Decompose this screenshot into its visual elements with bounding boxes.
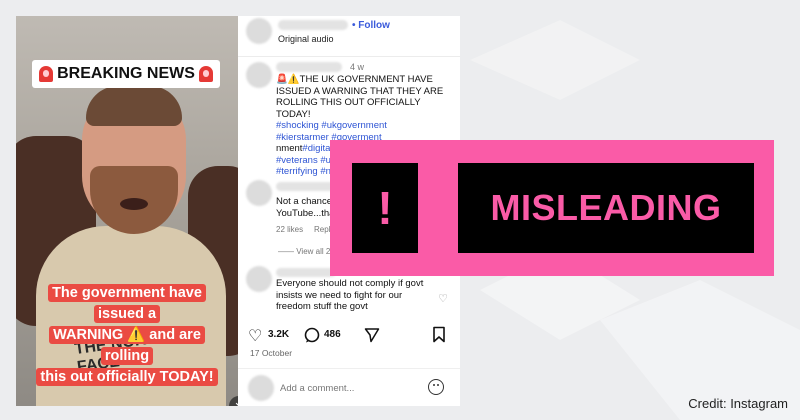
comment-text: Everyone should not comply if govt insis… <box>276 278 424 312</box>
like-comment-icon[interactable]: ♡ <box>438 292 448 305</box>
view-replies[interactable]: —— View all 2 <box>278 247 330 256</box>
verdict-text: MISLEADING <box>458 163 754 253</box>
commenter-avatar[interactable] <box>246 266 272 292</box>
post-actions: ♡ 3.2K 486 <box>246 326 452 346</box>
speaker-muted-icon[interactable]: ✕ <box>229 396 238 406</box>
siren-icon <box>198 66 213 82</box>
viewer-avatar <box>248 375 274 401</box>
author-name-redacted[interactable] <box>278 20 348 30</box>
share-icon[interactable] <box>364 327 380 343</box>
commenter-avatar[interactable] <box>246 180 272 206</box>
caption-line-3: this out officially TODAY! <box>36 368 218 386</box>
caption-hashtags[interactable]: #terrifying #n <box>276 166 331 177</box>
commenter-name-redacted[interactable] <box>276 182 336 191</box>
like-count[interactable]: 3.2K <box>268 329 289 340</box>
caption-avatar[interactable] <box>246 62 272 88</box>
comment-likes[interactable]: 22 likes <box>276 225 303 234</box>
caption-text: 🚨⚠️THE UK GOVERNMENT HAVE ISSUED A WARNI… <box>276 74 444 120</box>
comment-icon[interactable] <box>304 327 320 343</box>
comment-text: Not a chance YouTube...tha <box>276 196 335 219</box>
author-avatar[interactable] <box>246 18 272 44</box>
caption-author-redacted[interactable] <box>276 62 342 72</box>
video-caption: The government have issued a WARNING ⚠️ … <box>28 283 226 388</box>
caption-age: 4 w <box>350 62 365 72</box>
image-credit: Credit: Instagram <box>688 396 788 411</box>
divider <box>238 56 460 57</box>
caption-line-1: The government have issued a <box>48 284 206 323</box>
caption-hashtags[interactable]: #veterans #u <box>276 155 331 166</box>
person-mouth <box>120 198 148 210</box>
exclamation-icon: ! <box>352 163 418 253</box>
commenter-name-redacted[interactable] <box>276 268 336 277</box>
emoji-icon[interactable] <box>428 379 444 395</box>
bookmark-icon[interactable] <box>432 326 446 343</box>
add-comment-row: Add a comment... <box>238 368 460 406</box>
person-hair <box>86 86 182 126</box>
audio-label[interactable]: Original audio <box>278 34 334 44</box>
comment-count[interactable]: 486 <box>324 329 341 340</box>
post-date: 17 October <box>250 348 293 358</box>
breaking-news-text: BREAKING NEWS <box>57 65 195 82</box>
breaking-news-banner: BREAKING NEWS <box>32 60 220 88</box>
caption-hashtags[interactable]: #shocking #ukgovernment <box>276 120 387 131</box>
verdict-label: ! MISLEADING <box>330 140 774 276</box>
follow-button[interactable]: • Follow <box>352 20 390 31</box>
like-icon[interactable]: ♡ <box>248 326 262 346</box>
siren-icon <box>39 66 54 82</box>
add-comment-input[interactable]: Add a comment... <box>280 383 354 394</box>
caption-text-fragment: nment <box>276 143 303 154</box>
caption-line-2: WARNING ⚠️ and are rolling <box>49 326 205 365</box>
